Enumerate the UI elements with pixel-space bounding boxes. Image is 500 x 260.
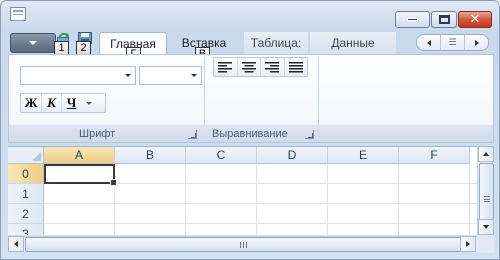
align-left-icon bbox=[218, 61, 233, 72]
row-header-2[interactable]: 2 bbox=[8, 204, 44, 224]
grid-row-line bbox=[44, 203, 477, 204]
tab-table-context[interactable]: Таблица: bbox=[244, 32, 308, 54]
menu-icon: ☰ bbox=[448, 37, 457, 47]
alignment-dialog-launcher-icon[interactable] bbox=[305, 130, 314, 139]
chevron-up-icon bbox=[483, 152, 489, 156]
ribbon-options-button[interactable]: ☰ bbox=[440, 35, 464, 50]
alignment-buttons bbox=[213, 57, 308, 77]
ribbon-group-labels: Шрифт Выравнивание bbox=[9, 125, 493, 142]
italic-button[interactable]: К bbox=[41, 94, 61, 112]
alignment-group-title: Выравнивание bbox=[212, 128, 288, 140]
save-keytip: 2 bbox=[76, 41, 91, 55]
minimize-button[interactable] bbox=[395, 11, 430, 28]
row-header-1[interactable]: 1 bbox=[8, 184, 44, 204]
scroll-tabs-left-button[interactable] bbox=[417, 35, 440, 50]
grid-column-line bbox=[398, 164, 399, 235]
application-menu-button[interactable] bbox=[10, 33, 56, 53]
chevron-down-icon bbox=[483, 225, 489, 229]
close-button[interactable]: ✕ bbox=[458, 11, 492, 28]
align-right-icon bbox=[265, 61, 280, 72]
horizontal-scrollbar[interactable] bbox=[8, 236, 477, 252]
chevron-down-icon bbox=[86, 101, 92, 105]
scroll-down-button[interactable] bbox=[478, 219, 494, 235]
align-right-button[interactable] bbox=[260, 58, 284, 76]
spreadsheet-grid[interactable]: ABCDEF 0123 bbox=[8, 146, 477, 235]
ribbon-panel: Ж К Ч Шрифт Выравнивание bbox=[8, 54, 494, 143]
column-header-f[interactable]: F bbox=[399, 147, 470, 164]
scroll-up-button[interactable] bbox=[478, 146, 494, 162]
align-center-icon bbox=[241, 61, 256, 72]
align-left-button[interactable] bbox=[214, 58, 237, 76]
grip-icon bbox=[483, 195, 490, 202]
font-group-title: Шрифт bbox=[79, 128, 116, 140]
active-cell-a0[interactable] bbox=[44, 164, 117, 186]
ribbon-tab-row: 1 2 Главная Г Вставка В Таблица: Данные … bbox=[8, 32, 494, 61]
scroll-right-button[interactable] bbox=[460, 236, 476, 252]
grid-column-line bbox=[256, 164, 257, 235]
underline-dropdown-button[interactable] bbox=[81, 94, 97, 112]
chevron-down-icon bbox=[125, 74, 131, 77]
font-dialog-launcher-icon[interactable] bbox=[188, 130, 197, 139]
tab-table-label: Таблица: bbox=[250, 36, 302, 50]
grid-row-line bbox=[44, 223, 477, 224]
grid-column-line bbox=[469, 164, 470, 235]
chevron-left-icon bbox=[14, 241, 18, 247]
tab-data[interactable]: Данные bbox=[310, 32, 396, 54]
title-bar: ✕ bbox=[1, 1, 499, 29]
column-header-d[interactable]: D bbox=[257, 147, 328, 164]
tab-data-label: Данные bbox=[331, 36, 375, 50]
maximize-button[interactable] bbox=[431, 11, 457, 28]
window-app-icon[interactable] bbox=[10, 7, 26, 21]
font-name-combo[interactable] bbox=[20, 66, 136, 85]
chevron-right-icon bbox=[466, 241, 470, 247]
grid-column-line bbox=[185, 164, 186, 235]
row-header-3[interactable]: 3 bbox=[8, 224, 44, 235]
chevron-down-icon bbox=[29, 41, 37, 45]
horizontal-scroll-thumb[interactable] bbox=[25, 237, 461, 252]
font-format-buttons: Ж К Ч bbox=[20, 93, 106, 113]
maximize-icon bbox=[438, 15, 450, 24]
bold-button[interactable]: Ж bbox=[21, 94, 41, 112]
column-header-b[interactable]: B bbox=[115, 147, 186, 164]
ribbon-tab-scroller: ☰ bbox=[416, 34, 489, 51]
chevron-right-icon bbox=[474, 39, 479, 46]
row-header-0[interactable]: 0 bbox=[8, 164, 44, 184]
scroll-tabs-right-button[interactable] bbox=[464, 35, 488, 50]
close-icon: ✕ bbox=[469, 12, 481, 27]
align-justify-icon bbox=[288, 61, 303, 72]
underline-button[interactable]: Ч bbox=[61, 94, 81, 112]
undo-keytip: 1 bbox=[54, 41, 69, 55]
minimize-icon bbox=[407, 18, 418, 21]
column-header-a[interactable]: A bbox=[44, 147, 115, 164]
font-size-combo[interactable] bbox=[139, 66, 202, 85]
select-all-corner[interactable] bbox=[8, 147, 44, 164]
column-header-c[interactable]: C bbox=[186, 147, 257, 164]
align-justify-button[interactable] bbox=[283, 58, 308, 76]
spreadsheet-window: ✕ 1 2 Главная Г Вставка В Таблица: Данны… bbox=[0, 0, 500, 260]
vertical-scrollbar[interactable] bbox=[477, 146, 494, 236]
column-header-e[interactable]: E bbox=[328, 147, 399, 164]
grid-column-line bbox=[327, 164, 328, 235]
align-center-button[interactable] bbox=[236, 58, 261, 76]
chevron-left-icon bbox=[426, 39, 431, 46]
chevron-down-icon bbox=[191, 74, 197, 77]
grip-icon bbox=[239, 241, 247, 248]
scroll-left-button[interactable] bbox=[8, 236, 24, 252]
scrollbar-corner bbox=[477, 236, 494, 253]
